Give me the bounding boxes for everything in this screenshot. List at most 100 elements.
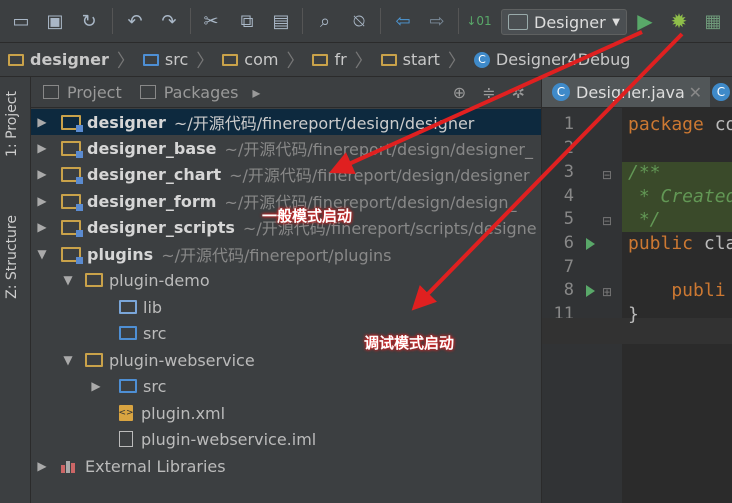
locate-icon[interactable]: ⊕ xyxy=(453,83,466,102)
code-line-1: package co xyxy=(628,114,732,135)
open-folder-icon[interactable]: ▭ xyxy=(8,8,34,34)
sync-icon[interactable]: ↻ xyxy=(76,8,102,34)
tree-item-plugin-xml[interactable]: <> plugin.xml xyxy=(31,400,541,426)
undo-icon[interactable]: ↶ xyxy=(122,8,148,34)
breadcrumb-item-start[interactable]: start 〉 xyxy=(373,47,466,73)
breadcrumb-item-com[interactable]: com 〉 xyxy=(214,47,304,73)
chevron-right-icon[interactable]: ▸ xyxy=(252,83,260,102)
folder-icon xyxy=(312,53,329,66)
breadcrumb-item-designer[interactable]: designer 〉 xyxy=(0,47,135,73)
breadcrumb: designer 〉 src 〉 com 〉 fr 〉 start 〉 C Designer… xyxy=(0,43,732,77)
folder-icon xyxy=(85,353,103,367)
tree-item-plugin-webservice[interactable]: ▼ plugin-webservice xyxy=(31,347,541,373)
chevron-right-icon[interactable]: ▶ xyxy=(35,459,49,473)
project-view-icon xyxy=(43,85,59,99)
cut-icon[interactable]: ✂ xyxy=(198,8,224,34)
debug-icon[interactable]: ✹ xyxy=(666,8,692,34)
tree-item-plugins[interactable]: ▼ plugins ~/开源代码/finereport/plugins xyxy=(31,241,541,267)
tab-packages-view[interactable]: Packages xyxy=(139,83,238,102)
chevron-right-icon[interactable]: ▶ xyxy=(35,220,49,234)
run-gutter-icon[interactable] xyxy=(586,285,595,297)
coverage-icon[interactable]: ▦ xyxy=(700,8,726,34)
run-config-icon xyxy=(508,14,528,30)
tree-item-src[interactable]: ▶ src xyxy=(31,373,541,399)
code-editor: C Designer.java ✕ C 1 2 3 4 5 6 7 8 11 1… xyxy=(541,77,732,503)
code-line-6: public cla xyxy=(628,233,732,254)
tab-project[interactable]: 1: Project xyxy=(4,91,20,157)
source-folder-icon xyxy=(119,326,137,340)
chevron-right-icon[interactable]: ▶ xyxy=(35,141,49,155)
chevron-down-icon[interactable]: ▼ xyxy=(35,247,49,261)
tree-item-plugin-demo[interactable]: ▼ plugin-demo xyxy=(31,267,541,293)
toolbar-separator xyxy=(458,8,459,34)
run-icon[interactable]: ▶ xyxy=(632,8,658,34)
breadcrumb-item-designer4debug[interactable]: C Designer4Debug xyxy=(466,50,630,69)
tab-structure[interactable]: Z: Structure xyxy=(4,215,20,299)
tree-item-plugin-webservice-iml[interactable]: plugin-webservice.iml xyxy=(31,426,541,452)
chevron-right-icon[interactable]: ▶ xyxy=(35,115,49,129)
fold-marker-icon[interactable]: ⊟ xyxy=(602,168,612,182)
line-number: 7 xyxy=(563,257,574,277)
folder-icon xyxy=(142,53,159,66)
breadcrumb-item-src[interactable]: src 〉 xyxy=(135,47,214,73)
copy-icon[interactable]: ⧉ xyxy=(234,8,260,34)
paste-icon[interactable]: ▤ xyxy=(268,8,294,34)
code-line-11: } xyxy=(628,304,639,325)
class-icon: C xyxy=(473,51,490,68)
tree-item-designer-chart[interactable]: ▶ designer_chart ~/开源代码/finereport/design… xyxy=(31,161,541,187)
chevron-right-icon[interactable]: ▶ xyxy=(89,379,103,393)
code-line-8: publi xyxy=(628,280,726,301)
libraries-icon xyxy=(61,459,79,473)
module-icon xyxy=(61,114,83,132)
chevron-right-icon[interactable]: ▶ xyxy=(35,194,49,208)
toolbar-separator xyxy=(112,8,113,34)
fold-marker-icon[interactable]: ⊟ xyxy=(602,214,612,228)
tree-item-external-libraries[interactable]: ▶ External Libraries xyxy=(31,453,541,479)
code-area[interactable]: package co /** * Created */ public cla p… xyxy=(622,108,732,503)
chevron-right-icon[interactable]: ▶ xyxy=(35,167,49,181)
save-icon[interactable]: ▣ xyxy=(42,8,68,34)
replace-icon[interactable]: ⍉ xyxy=(346,8,372,34)
toolbar-separator xyxy=(190,8,191,34)
run-gutter-icon[interactable] xyxy=(586,238,595,250)
annotation-debug-mode: 调试模式启动 xyxy=(364,334,455,352)
line-number: 2 xyxy=(563,138,574,158)
fold-marker-icon[interactable]: ⊞ xyxy=(602,285,612,299)
collapse-all-icon[interactable]: ≑ xyxy=(482,83,495,102)
back-icon[interactable]: ⇦ xyxy=(390,8,416,34)
forward-icon[interactable]: ⇨ xyxy=(424,8,450,34)
editor-tabs: C Designer.java ✕ C xyxy=(542,77,732,108)
line-number: 5 xyxy=(563,209,574,229)
source-folder-icon xyxy=(119,379,137,393)
chevron-down-icon[interactable]: ▼ xyxy=(61,273,75,287)
chevron-right-icon: 〉 xyxy=(116,50,135,72)
class-icon[interactable]: C xyxy=(712,83,730,101)
close-icon[interactable]: ✕ xyxy=(689,83,702,102)
build-icon[interactable]: ↓01 xyxy=(466,8,492,34)
chevron-down-icon[interactable]: ▼ xyxy=(61,353,75,367)
tab-project-view[interactable]: Project xyxy=(43,83,122,102)
tree-item-designer[interactable]: ▶ designer ~/开源代码/finereport/design/desig… xyxy=(31,109,541,135)
tab-designer-java[interactable]: C Designer.java ✕ xyxy=(542,77,710,107)
run-configuration-select[interactable]: Designer ▼ xyxy=(501,9,627,35)
redo-icon[interactable]: ↷ xyxy=(156,8,182,34)
module-icon xyxy=(61,193,83,211)
toolbar-separator xyxy=(302,8,303,34)
module-icon xyxy=(61,140,83,158)
tree-item-src[interactable]: src xyxy=(31,320,541,346)
chevron-right-icon: 〉 xyxy=(196,50,215,72)
chevron-right-icon: 〉 xyxy=(354,50,373,72)
code-line-5: */ xyxy=(628,209,661,230)
find-icon[interactable]: ⌕ xyxy=(312,8,338,34)
breadcrumb-item-fr[interactable]: fr 〉 xyxy=(304,47,373,73)
annotation-normal-mode: 一般模式启动 xyxy=(262,207,353,225)
module-icon xyxy=(61,166,83,184)
chevron-down-icon: ▼ xyxy=(612,16,620,28)
line-number: 8 xyxy=(563,280,574,300)
run-config-label: Designer xyxy=(534,12,606,32)
tree-item-lib[interactable]: lib xyxy=(31,294,541,320)
tree-item-designer-base[interactable]: ▶ designer_base ~/开源代码/finereport/design/… xyxy=(31,135,541,161)
xml-file-icon: <> xyxy=(118,405,134,421)
chevron-right-icon: 〉 xyxy=(447,50,466,72)
gear-icon[interactable]: ✲ xyxy=(512,83,525,102)
